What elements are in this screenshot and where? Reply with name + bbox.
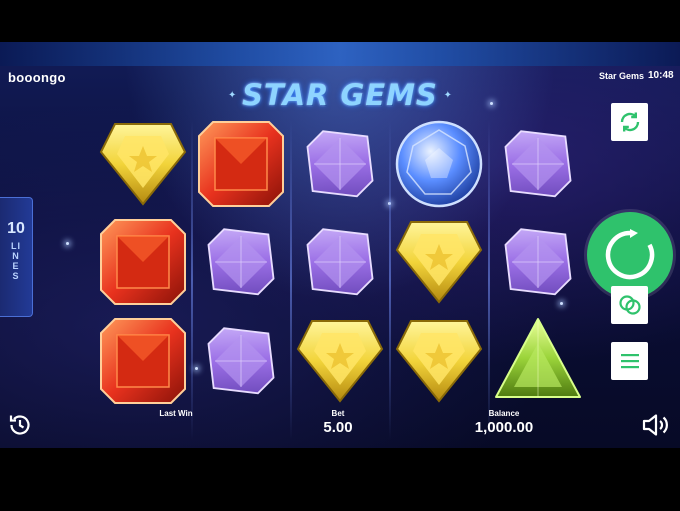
lines-label: LINES [11, 241, 21, 281]
purple-diamond-gem [193, 313, 289, 409]
game-stage: booongo Star Gems 10:48 ✦ STAR GEMS ✦ 10… [0, 42, 680, 448]
red-square-gem [95, 313, 191, 409]
yellow-shield-gem [391, 313, 487, 409]
menu-icon [620, 354, 639, 369]
sparkle [66, 242, 69, 245]
spin-icon [605, 229, 655, 280]
purple-diamond-gem [490, 116, 586, 212]
bet-label: Bet [331, 409, 345, 418]
balance-value: 1,000.00 [474, 419, 534, 436]
refresh-icon [620, 112, 639, 132]
sound-button[interactable] [640, 411, 672, 439]
balance-label: Balance [488, 409, 520, 418]
menu-button[interactable] [611, 342, 648, 380]
purple-diamond-gem [490, 214, 586, 310]
provider-logo: booongo [8, 70, 66, 85]
game-logo: ✦ STAR GEMS ✦ [222, 72, 458, 118]
lines-panel: 10 LINES [0, 197, 33, 317]
purple-diamond-gem [292, 116, 388, 212]
top-band [0, 42, 680, 66]
speaker-icon [642, 414, 668, 436]
yellow-shield-gem [95, 116, 191, 212]
purple-diamond-gem [292, 214, 388, 310]
game-logo-text: STAR GEMS [242, 78, 438, 112]
coins-icon [618, 295, 641, 315]
bet-value: 5.00 [323, 419, 353, 436]
clock: 10:48 [648, 70, 674, 81]
red-square-gem [193, 116, 289, 212]
letterbox-bottom [0, 448, 680, 511]
lines-count: 10 [7, 220, 25, 237]
letterbox-top [0, 0, 680, 42]
history-button[interactable] [6, 411, 34, 439]
bet-settings-button[interactable] [611, 286, 648, 324]
last-win-label: Last Win [159, 409, 193, 418]
red-square-gem [95, 214, 191, 310]
history-icon [9, 415, 30, 435]
blue-round-gem [391, 116, 487, 212]
sparkle-icon: ✦ [228, 90, 237, 101]
yellow-shield-gem [391, 214, 487, 310]
sparkle-icon: ✦ [443, 90, 452, 101]
green-triangle-gem [490, 313, 586, 409]
purple-diamond-gem [193, 214, 289, 310]
sparkle [490, 102, 493, 105]
game-name: Star Gems [599, 71, 645, 81]
yellow-shield-gem [292, 313, 388, 409]
autoplay-button[interactable] [611, 103, 648, 141]
